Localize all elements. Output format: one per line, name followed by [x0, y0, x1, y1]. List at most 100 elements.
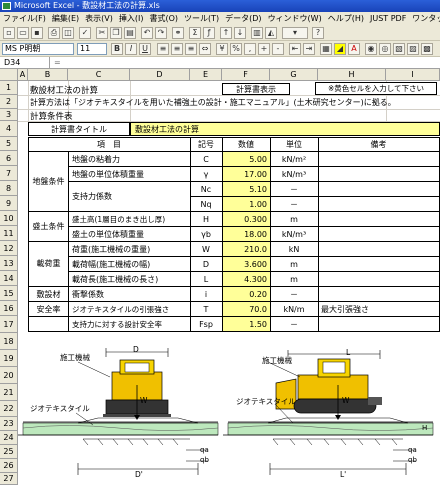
- col-header-i[interactable]: I: [386, 69, 440, 81]
- row-header-22[interactable]: 22: [0, 401, 18, 417]
- new-file-icon[interactable]: ▫: [3, 27, 15, 39]
- menu-justpdf[interactable]: JUST PDF: [367, 12, 409, 25]
- menu-format[interactable]: 書式(O): [146, 12, 181, 25]
- undo-icon[interactable]: ↶: [141, 27, 153, 39]
- select-all-corner[interactable]: [0, 69, 18, 81]
- help-icon[interactable]: ?: [312, 27, 324, 39]
- menu-data[interactable]: データ(D): [222, 12, 264, 25]
- chart-icon[interactable]: ▥: [251, 27, 263, 39]
- row-header-13[interactable]: 13: [0, 256, 18, 271]
- menu-view[interactable]: 表示(V): [82, 12, 116, 25]
- row-header-6[interactable]: 6: [0, 151, 18, 166]
- row-header-24[interactable]: 24: [0, 431, 18, 445]
- row-header-17[interactable]: 17: [0, 316, 18, 333]
- row-header-5[interactable]: 5: [0, 137, 18, 151]
- row-header-8[interactable]: 8: [0, 181, 18, 196]
- underline-button[interactable]: U: [139, 43, 151, 55]
- row-header-2[interactable]: 2: [0, 95, 18, 109]
- font-name-select[interactable]: MS P明朝: [2, 43, 74, 55]
- row-value-input[interactable]: 3.600: [223, 257, 270, 271]
- row-header-19[interactable]: 19: [0, 350, 18, 367]
- zoom-icon[interactable]: ▾: [282, 27, 308, 39]
- menu-ocr[interactable]: ワンタッチOCR: [409, 12, 440, 25]
- row-header-25[interactable]: 25: [0, 445, 18, 459]
- redo-icon[interactable]: ↷: [155, 27, 167, 39]
- formula-input[interactable]: [64, 57, 440, 69]
- open-folder-icon[interactable]: ▭: [17, 27, 29, 39]
- row-value-input[interactable]: 210.0: [223, 242, 270, 256]
- col-header-b[interactable]: B: [28, 69, 68, 81]
- align-left-icon[interactable]: ≡: [157, 43, 169, 55]
- drawing-icon[interactable]: ◭: [265, 27, 277, 39]
- row-value-input[interactable]: 1.00: [223, 197, 270, 211]
- row-value-input[interactable]: 70.0: [223, 302, 270, 316]
- menu-help[interactable]: ヘルプ(H): [325, 12, 367, 25]
- menu-insert[interactable]: 挿入(I): [116, 12, 147, 25]
- row-header-10[interactable]: 10: [0, 211, 18, 226]
- row-value-input[interactable]: 4.300: [223, 272, 270, 286]
- row-value-input[interactable]: 5.10: [223, 182, 270, 196]
- autosum-icon[interactable]: Σ: [189, 27, 201, 39]
- row-header-7[interactable]: 7: [0, 166, 18, 181]
- spellcheck-icon[interactable]: ✓: [79, 27, 91, 39]
- col-header-h[interactable]: H: [318, 69, 386, 81]
- percent-icon[interactable]: %: [230, 43, 242, 55]
- row-header-11[interactable]: 11: [0, 226, 18, 241]
- comma-icon[interactable]: ,: [244, 43, 256, 55]
- row-header-14[interactable]: 14: [0, 271, 18, 286]
- row-header-16[interactable]: 16: [0, 301, 18, 316]
- col-header-c[interactable]: C: [68, 69, 130, 81]
- row-value-input[interactable]: 5.00: [223, 152, 270, 166]
- col-header-d[interactable]: D: [130, 69, 190, 81]
- row-header-15[interactable]: 15: [0, 286, 18, 301]
- toolbar-extra2-icon[interactable]: ◎: [379, 43, 391, 55]
- row-header-12[interactable]: 12: [0, 241, 18, 256]
- name-box[interactable]: D34: [0, 57, 50, 69]
- row-header-3[interactable]: 3: [0, 109, 18, 121]
- font-size-select[interactable]: 11: [77, 43, 107, 55]
- currency-icon[interactable]: ¥: [216, 43, 228, 55]
- col-header-a[interactable]: A: [18, 69, 28, 81]
- row-header-9[interactable]: 9: [0, 196, 18, 211]
- align-center-icon[interactable]: ≡: [171, 43, 183, 55]
- function-icon[interactable]: ƒ: [203, 27, 215, 39]
- paste-icon[interactable]: ▤: [124, 27, 136, 39]
- copy-icon[interactable]: ❐: [110, 27, 122, 39]
- col-header-e[interactable]: E: [190, 69, 222, 81]
- toolbar-extra5-icon[interactable]: ▩: [421, 43, 433, 55]
- fill-color-icon[interactable]: ◢: [334, 43, 346, 55]
- decrease-decimal-icon[interactable]: -: [272, 43, 284, 55]
- col-header-f[interactable]: F: [222, 69, 270, 81]
- sheet-title-input[interactable]: 敷設材工法の計算: [130, 122, 440, 136]
- decrease-indent-icon[interactable]: ⇤: [289, 43, 301, 55]
- sort-desc-icon[interactable]: ↓: [234, 27, 246, 39]
- menu-edit[interactable]: 編集(E): [49, 12, 82, 25]
- row-value-input[interactable]: 17.00: [223, 167, 270, 181]
- increase-indent-icon[interactable]: ⇥: [303, 43, 315, 55]
- font-color-icon[interactable]: A: [348, 43, 360, 55]
- cut-icon[interactable]: ✂: [96, 27, 108, 39]
- menu-file[interactable]: ファイル(F): [0, 12, 49, 25]
- borders-icon[interactable]: ▦: [320, 43, 332, 55]
- row-header-23[interactable]: 23: [0, 417, 18, 431]
- col-header-g[interactable]: G: [270, 69, 318, 81]
- bold-button[interactable]: B: [111, 43, 123, 55]
- menu-window[interactable]: ウィンドウ(W): [265, 12, 325, 25]
- row-header-20[interactable]: 20: [0, 367, 18, 384]
- italic-button[interactable]: I: [125, 43, 137, 55]
- sort-asc-icon[interactable]: ↑: [220, 27, 232, 39]
- row-header-4[interactable]: 4: [0, 121, 18, 137]
- menu-tools[interactable]: ツール(T): [181, 12, 222, 25]
- toolbar-extra-icon[interactable]: ◉: [365, 43, 377, 55]
- row-header-21[interactable]: 21: [0, 384, 18, 401]
- row-value-input[interactable]: 1.50: [223, 317, 270, 331]
- row-header-26[interactable]: 26: [0, 459, 18, 473]
- row-value-input[interactable]: 18.00: [223, 227, 270, 241]
- row-header-18[interactable]: 18: [0, 333, 18, 350]
- calc-report-button[interactable]: 計算書表示: [222, 83, 290, 95]
- print-icon[interactable]: ⎙: [48, 27, 60, 39]
- merge-center-icon[interactable]: ⇔: [199, 43, 211, 55]
- row-value-input[interactable]: 0.20: [223, 287, 270, 301]
- hyperlink-icon[interactable]: ⚭: [172, 27, 184, 39]
- row-header-27[interactable]: 27: [0, 473, 18, 485]
